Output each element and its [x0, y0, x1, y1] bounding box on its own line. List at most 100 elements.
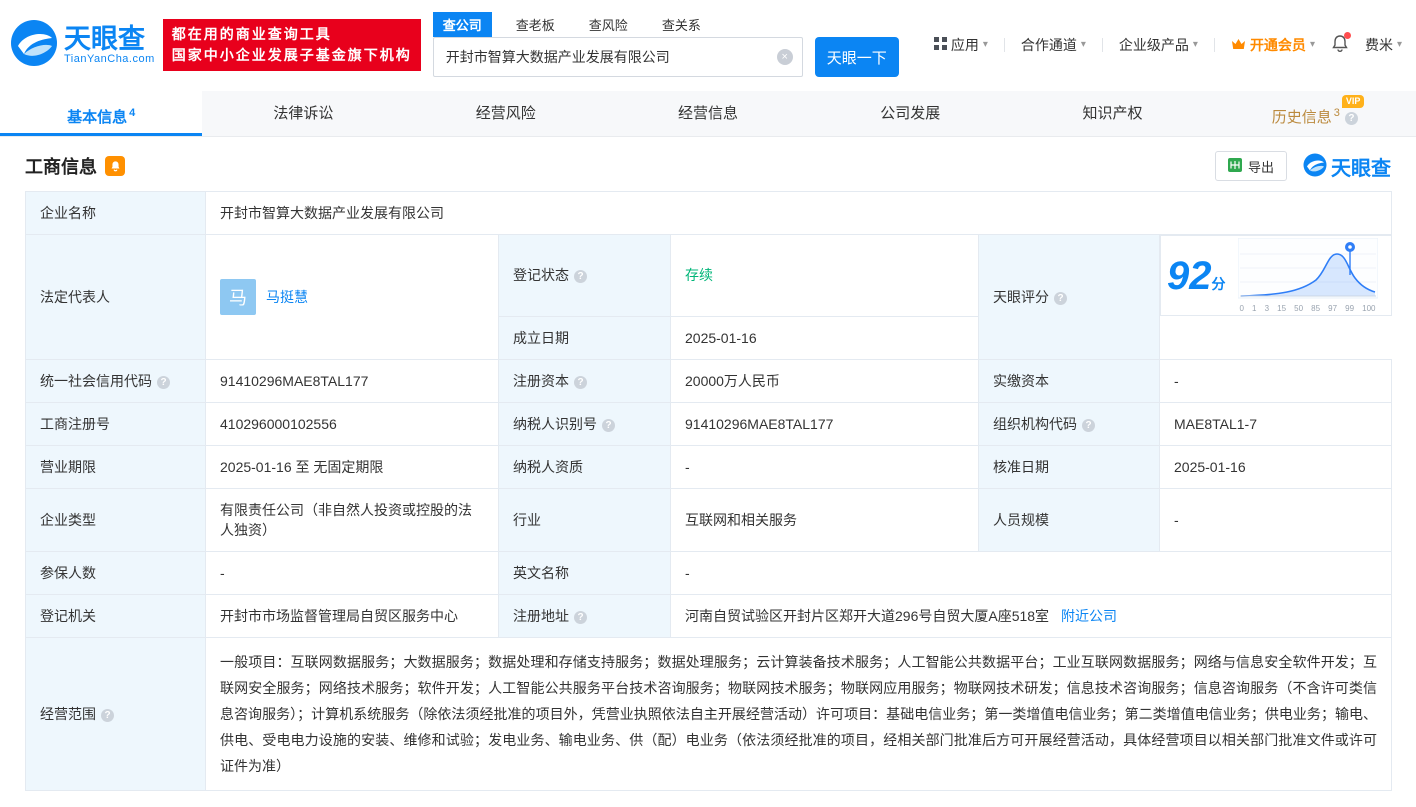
logo-subtitle: TianYanCha.com	[64, 53, 155, 65]
monitor-bell-icon[interactable]	[105, 156, 125, 176]
tab-company-development[interactable]: 公司发展	[809, 91, 1011, 136]
label-insured-number: 参保人数	[26, 551, 206, 594]
value-company-type: 有限责任公司（非自然人投资或控股的法人独资）	[206, 488, 499, 551]
apps-grid-icon	[934, 37, 947, 53]
business-info-section-header: 工商信息 导出 天眼查	[25, 151, 1391, 181]
help-icon[interactable]: ?	[101, 709, 114, 722]
search-tab-boss[interactable]: 查老板	[506, 12, 565, 37]
nav-apps-label: 应用	[951, 35, 979, 55]
score-axis-tick: 0	[1240, 304, 1244, 313]
value-insured-number: -	[206, 551, 499, 594]
chevron-down-icon: ▾	[1193, 39, 1198, 50]
label-registration-number: 工商注册号	[26, 402, 206, 445]
tab-operating-risk[interactable]: 经营风险	[405, 91, 607, 136]
tab-basic-info-label: 基本信息	[67, 109, 127, 126]
tab-risk-label: 经营风险	[476, 105, 536, 122]
search-tab-risk[interactable]: 查风险	[579, 12, 638, 37]
label-industry: 行业	[499, 488, 671, 551]
score-number: 92分	[1167, 256, 1226, 296]
section-title: 工商信息	[25, 153, 97, 179]
label-credit-code: 统一社会信用代码?	[26, 359, 206, 402]
value-taxpayer-id: 91410296MAE8TAL177	[671, 402, 979, 445]
score-distribution-chart: 0 1 3 15 50 85 97 99 100	[1238, 238, 1378, 313]
business-info-table: 企业名称 开封市智算大数据产业发展有限公司 法定代表人 马 马挺慧 登记状态? …	[25, 191, 1392, 791]
tab-basic-info[interactable]: 基本信息4	[0, 91, 202, 136]
nav-enterprise-label: 企业级产品	[1119, 35, 1189, 55]
promo-banner: 都在用的商业查询工具 国家中小企业发展子基金旗下机构	[163, 19, 421, 71]
value-registered-address: 河南自贸试验区开封片区郑开大道296号自贸大厦A座518室 附近公司	[671, 594, 1392, 637]
promo-line-2: 国家中小企业发展子基金旗下机构	[172, 45, 412, 66]
table-row: 登记机关 开封市市场监督管理局自贸区服务中心 注册地址? 河南自贸试验区开封片区…	[26, 594, 1392, 637]
chevron-down-icon: ▾	[1310, 39, 1315, 50]
nav-partner-channel[interactable]: 合作通道 ▾	[1021, 35, 1086, 55]
label-paid-capital: 实缴资本	[979, 359, 1160, 402]
header-logo[interactable]: 天眼查 TianYanCha.com	[10, 19, 155, 70]
notification-bell-icon[interactable]	[1331, 34, 1349, 56]
help-icon[interactable]: ?	[1082, 419, 1095, 432]
nav-open-vip[interactable]: 开通会员 ▾	[1231, 35, 1315, 55]
table-row: 企业类型 有限责任公司（非自然人投资或控股的法人独资） 行业 互联网和相关服务 …	[26, 488, 1392, 551]
score-axis-tick: 97	[1328, 304, 1337, 313]
nav-enterprise-product[interactable]: 企业级产品 ▾	[1119, 35, 1198, 55]
help-icon[interactable]: ?	[1054, 292, 1067, 305]
value-industry: 互联网和相关服务	[671, 488, 979, 551]
value-approval-date: 2025-01-16	[1160, 445, 1392, 488]
label-company-type: 企业类型	[26, 488, 206, 551]
tab-history-info[interactable]: 历史信息3VIP?	[1214, 91, 1416, 136]
search-tab-relation[interactable]: 查关系	[652, 12, 711, 37]
export-button[interactable]: 导出	[1215, 151, 1287, 181]
top-nav: 应用 ▾ 合作通道 ▾ 企业级产品 ▾ 开通会员 ▾	[934, 34, 1402, 56]
nav-apps[interactable]: 应用 ▾	[934, 35, 988, 55]
help-icon[interactable]: ?	[1345, 112, 1358, 125]
table-row: 法定代表人 马 马挺慧 登记状态? 存续 天眼评分? 92分	[26, 235, 1392, 317]
nav-divider	[1102, 38, 1103, 52]
value-legal-representative: 马 马挺慧	[206, 235, 499, 360]
table-row: 工商注册号 410296000102556 纳税人识别号? 91410296MA…	[26, 402, 1392, 445]
help-icon[interactable]: ?	[574, 376, 587, 389]
value-registration-status: 存续	[671, 235, 979, 317]
tab-operating-info[interactable]: 经营信息	[607, 91, 809, 136]
label-approval-date: 核准日期	[979, 445, 1160, 488]
tab-intellectual-property[interactable]: 知识产权	[1011, 91, 1213, 136]
label-business-scope: 经营范围?	[26, 637, 206, 790]
search-tabs: 查公司 查老板 查风险 查关系	[433, 12, 899, 37]
value-business-scope: 一般项目：互联网数据服务；大数据服务；数据处理和存储支持服务；数据处理服务；云计…	[206, 637, 1392, 790]
search-button[interactable]: 天眼一下	[815, 37, 899, 77]
legal-rep-avatar: 马	[220, 279, 256, 315]
help-icon[interactable]: ?	[157, 376, 170, 389]
label-taxpayer-id: 纳税人识别号?	[499, 402, 671, 445]
value-business-term: 2025-01-16 至 无固定期限	[206, 445, 499, 488]
export-label: 导出	[1248, 157, 1274, 176]
tab-legal-proceedings[interactable]: 法律诉讼	[202, 91, 404, 136]
clear-search-icon[interactable]: ×	[777, 49, 793, 65]
value-tyc-score: 92分 0 1 3 15	[1160, 235, 1392, 316]
label-registration-authority: 登记机关	[26, 594, 206, 637]
tianyancha-logo-icon	[1303, 153, 1327, 180]
value-english-name: -	[671, 551, 1392, 594]
chevron-down-icon: ▾	[983, 39, 988, 50]
tianyancha-logo-icon	[10, 19, 58, 70]
value-organization-code: MAE8TAL1-7	[1160, 402, 1392, 445]
help-icon[interactable]: ?	[574, 270, 587, 283]
help-icon[interactable]: ?	[602, 419, 615, 432]
nav-user-account[interactable]: 费米 ▾	[1365, 35, 1402, 55]
score-axis-tick: 50	[1294, 304, 1303, 313]
legal-rep-link[interactable]: 马挺慧	[266, 287, 308, 307]
value-paid-capital: -	[1160, 359, 1392, 402]
crown-icon	[1231, 37, 1246, 53]
table-row: 经营范围? 一般项目：互联网数据服务；大数据服务；数据处理和存储支持服务；数据处…	[26, 637, 1392, 790]
label-organization-code: 组织机构代码?	[979, 402, 1160, 445]
label-registered-capital: 注册资本?	[499, 359, 671, 402]
value-registration-number: 410296000102556	[206, 402, 499, 445]
excel-icon	[1228, 158, 1242, 175]
nav-user-label: 费米	[1365, 35, 1393, 55]
value-taxpayer-qualification: -	[671, 445, 979, 488]
nearby-companies-link[interactable]: 附近公司	[1061, 608, 1117, 624]
help-icon[interactable]: ?	[574, 611, 587, 624]
table-row: 企业名称 开封市智算大数据产业发展有限公司	[26, 192, 1392, 235]
score-axis-tick: 3	[1265, 304, 1269, 313]
search-input[interactable]	[433, 37, 803, 77]
search-tab-company[interactable]: 查公司	[433, 12, 492, 37]
chevron-down-icon: ▾	[1081, 39, 1086, 50]
nav-divider	[1214, 38, 1215, 52]
